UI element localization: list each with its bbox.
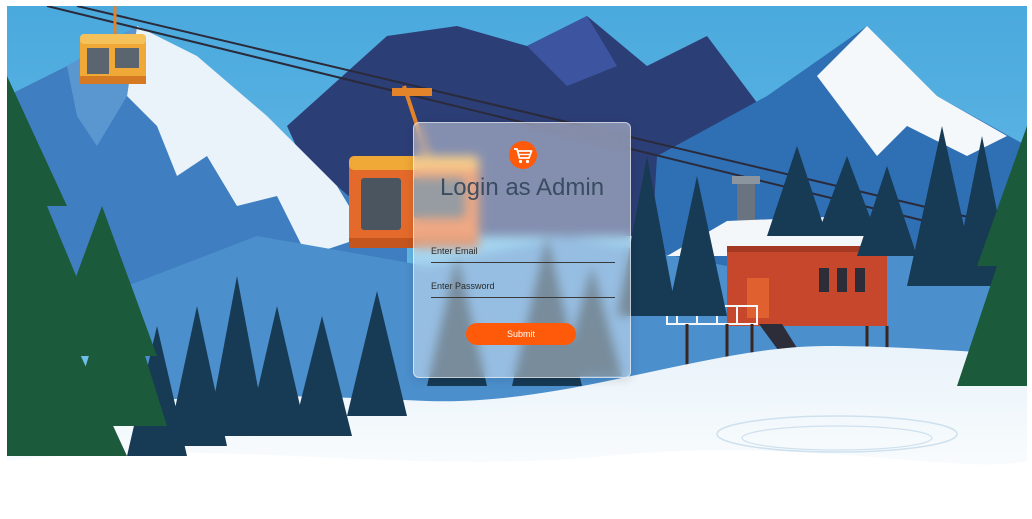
login-card: Login as Admin Submit [413, 122, 631, 378]
password-field[interactable] [431, 278, 615, 298]
shopping-cart-icon [509, 141, 537, 169]
submit-button[interactable]: Submit [466, 323, 576, 345]
password-field-wrapper [431, 276, 615, 298]
page-title: Login as Admin [439, 174, 605, 201]
email-field-wrapper [431, 241, 615, 263]
page: Login as Admin Submit [0, 0, 1032, 519]
email-field[interactable] [431, 243, 615, 263]
